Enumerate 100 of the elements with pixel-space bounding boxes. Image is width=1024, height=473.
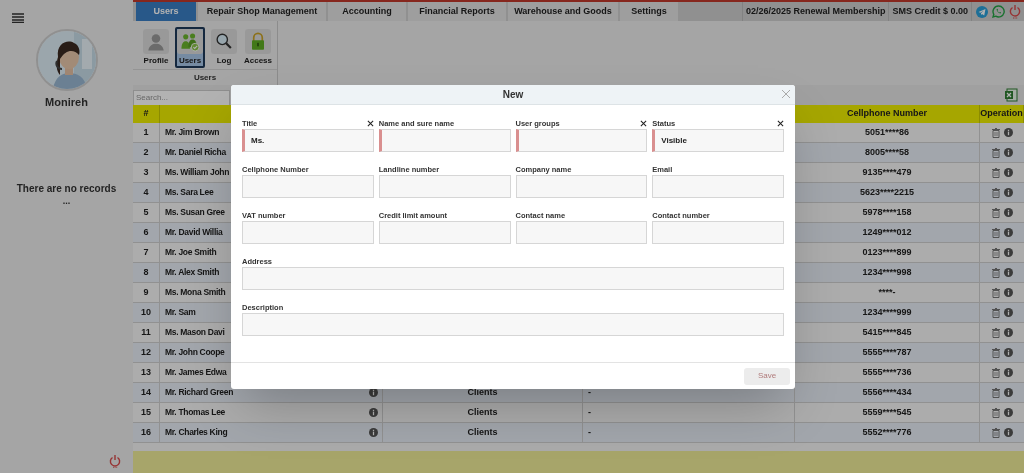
phone-cell-text: 1234****998 bbox=[862, 265, 912, 279]
input-field[interactable] bbox=[378, 129, 511, 152]
trash-icon[interactable] bbox=[991, 367, 1000, 378]
row-number: 15 bbox=[141, 405, 151, 419]
input-field[interactable] bbox=[652, 221, 784, 244]
input-field[interactable] bbox=[515, 221, 648, 244]
phone-cell-text: 5051****86 bbox=[864, 125, 909, 139]
info-icon[interactable] bbox=[1003, 148, 1013, 157]
power-icon[interactable] bbox=[1009, 4, 1021, 19]
info-icon[interactable] bbox=[1003, 208, 1013, 217]
info-icon[interactable] bbox=[1003, 308, 1013, 317]
trash-icon[interactable] bbox=[991, 347, 1000, 358]
row-number: 6 bbox=[143, 225, 149, 239]
input-field[interactable]: Visible bbox=[652, 129, 784, 152]
menu-tab[interactable]: Settings bbox=[620, 2, 678, 21]
row-number: 11 bbox=[141, 325, 151, 339]
info-icon[interactable] bbox=[1003, 288, 1013, 297]
row-number: 16 bbox=[141, 425, 151, 439]
ribbon-button[interactable]: Users bbox=[175, 27, 205, 68]
menu-tab[interactable]: Users bbox=[136, 2, 196, 21]
menu-tab[interactable]: Repair Shop Management bbox=[198, 2, 326, 21]
name-cell: Mr. Charles King bbox=[165, 426, 228, 439]
info-icon[interactable] bbox=[1003, 428, 1013, 437]
phone-cell-text: ****- bbox=[878, 285, 896, 299]
name-cell: Mr. David Willia bbox=[165, 226, 223, 239]
input-field[interactable] bbox=[652, 175, 784, 198]
input-field[interactable] bbox=[242, 313, 784, 336]
name-cell: Mr. James Edwa bbox=[165, 366, 227, 379]
phone-cell-text: 1249****012 bbox=[862, 225, 912, 239]
input-field[interactable] bbox=[378, 175, 511, 198]
trash-icon[interactable] bbox=[991, 407, 1000, 418]
info-icon[interactable] bbox=[1003, 328, 1013, 337]
phone-cell-text: 5623****2215 bbox=[859, 185, 915, 199]
row-number: 2 bbox=[143, 145, 149, 159]
input-field[interactable] bbox=[515, 175, 648, 198]
info-icon[interactable] bbox=[1003, 168, 1013, 177]
trash-icon[interactable] bbox=[991, 167, 1000, 178]
name-cell: Mr. Alex Smith bbox=[165, 266, 220, 279]
trash-icon[interactable] bbox=[991, 307, 1000, 318]
info-icon[interactable] bbox=[1003, 268, 1013, 277]
name-cell: Mr. Richard Green bbox=[165, 386, 234, 399]
trash-icon[interactable] bbox=[991, 127, 1000, 138]
phone-cell-text: 8005****58 bbox=[864, 145, 909, 159]
table-cell-text: - bbox=[588, 425, 591, 439]
group-cell-text: Clients bbox=[467, 385, 498, 399]
spreadsheet-icon[interactable] bbox=[1004, 88, 1018, 102]
info-icon[interactable] bbox=[369, 428, 378, 437]
user-name: Monireh bbox=[45, 95, 88, 110]
name-cell: Ms. Mason Davi bbox=[165, 326, 225, 339]
trash-icon[interactable] bbox=[991, 187, 1000, 198]
info-icon[interactable] bbox=[1003, 408, 1013, 417]
paper-plane-icon[interactable] bbox=[976, 5, 988, 18]
info-icon[interactable] bbox=[1003, 128, 1013, 137]
power-icon[interactable] bbox=[109, 454, 121, 468]
trash-icon[interactable] bbox=[991, 207, 1000, 218]
row-number: 10 bbox=[141, 305, 151, 319]
info-icon[interactable] bbox=[1003, 368, 1013, 377]
trash-icon[interactable] bbox=[991, 147, 1000, 158]
input-field[interactable] bbox=[515, 129, 648, 152]
info-icon[interactable] bbox=[1003, 348, 1013, 357]
trash-icon[interactable] bbox=[991, 267, 1000, 278]
menu-icon[interactable] bbox=[12, 13, 24, 23]
input-field[interactable] bbox=[242, 175, 374, 198]
info-icon[interactable] bbox=[1003, 388, 1013, 397]
trash-icon[interactable] bbox=[991, 227, 1000, 238]
save-button: Save bbox=[744, 367, 790, 385]
input-field[interactable] bbox=[242, 221, 374, 244]
name-cell: Ms. Sara Lee bbox=[165, 186, 214, 199]
row-number: 1 bbox=[143, 125, 149, 139]
phone-cell-text: 5555****787 bbox=[862, 345, 912, 359]
menu-tab[interactable]: Financial Reports bbox=[408, 2, 506, 21]
dialog-title: New bbox=[502, 88, 524, 102]
row-number: 13 bbox=[141, 365, 151, 379]
trash-icon[interactable] bbox=[991, 387, 1000, 398]
table-cell-text: - bbox=[588, 385, 591, 399]
info-icon[interactable] bbox=[1003, 188, 1013, 197]
row-number: 9 bbox=[143, 285, 149, 299]
chat-icon[interactable] bbox=[992, 5, 1005, 18]
row-number: 12 bbox=[141, 345, 151, 359]
close-icon[interactable] bbox=[640, 120, 648, 127]
input-field[interactable] bbox=[242, 267, 784, 290]
info-icon[interactable] bbox=[1003, 228, 1013, 237]
search-field[interactable]: Search... bbox=[133, 89, 230, 106]
trash-icon[interactable] bbox=[991, 247, 1000, 258]
input-field[interactable]: Ms. bbox=[242, 129, 374, 152]
trash-icon[interactable] bbox=[991, 427, 1000, 438]
phone-cell-text: 5559****545 bbox=[862, 405, 912, 419]
close-icon[interactable] bbox=[777, 120, 784, 127]
trash-icon[interactable] bbox=[991, 287, 1000, 298]
input-field[interactable] bbox=[378, 221, 511, 244]
info-icon[interactable] bbox=[1003, 248, 1013, 257]
menu-tab[interactable]: Warehouse and Goods bbox=[508, 2, 618, 21]
group-label: Users bbox=[193, 71, 217, 84]
name-cell: Ms. William John bbox=[165, 166, 230, 179]
name-cell: Mr. John Coope bbox=[165, 346, 225, 359]
phone-cell-text: 5556****434 bbox=[862, 385, 912, 399]
group-cell-text: Clients bbox=[467, 405, 498, 419]
close-icon[interactable] bbox=[366, 120, 374, 127]
menu-tab[interactable]: Accounting bbox=[328, 2, 406, 21]
trash-icon[interactable] bbox=[991, 327, 1000, 338]
